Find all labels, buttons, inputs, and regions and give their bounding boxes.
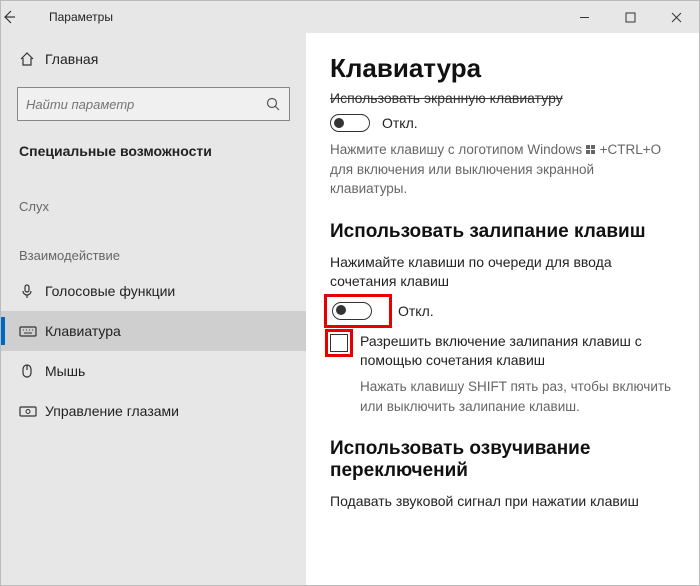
titlebar: Параметры bbox=[1, 1, 699, 33]
minimize-button[interactable] bbox=[561, 1, 607, 33]
nav-home[interactable]: Главная bbox=[1, 39, 306, 79]
toggle-keys-heading: Использовать озвучивание переключений bbox=[330, 438, 675, 482]
eye-icon bbox=[19, 404, 45, 418]
search-icon bbox=[265, 96, 281, 112]
back-button[interactable] bbox=[1, 9, 45, 25]
toggle-keys-description: Подавать звуковой сигнал при нажатии кла… bbox=[330, 492, 675, 512]
osk-heading: Использовать экранную клавиатуру bbox=[330, 90, 675, 106]
nav-eye-control[interactable]: Управление глазами bbox=[1, 391, 306, 431]
keyboard-icon bbox=[19, 324, 45, 338]
windows-logo-icon bbox=[586, 145, 596, 155]
microphone-icon bbox=[19, 283, 45, 299]
osk-toggle[interactable] bbox=[330, 114, 370, 132]
nav-label: Главная bbox=[45, 51, 98, 67]
mouse-icon bbox=[19, 363, 45, 379]
nav-label: Голосовые функции bbox=[45, 283, 175, 299]
sticky-shortcut-checkbox[interactable] bbox=[330, 334, 348, 352]
sticky-keys-toggle[interactable] bbox=[332, 302, 372, 320]
maximize-button[interactable] bbox=[607, 1, 653, 33]
highlight-sticky-toggle bbox=[330, 300, 386, 322]
nav-category-interaction: Взаимодействие bbox=[1, 222, 306, 271]
window-title: Параметры bbox=[45, 10, 561, 24]
nav-label: Управление глазами bbox=[45, 403, 179, 419]
nav-speech[interactable]: Голосовые функции bbox=[1, 271, 306, 311]
nav-category-hearing: Слух bbox=[1, 173, 306, 222]
search-box[interactable] bbox=[17, 87, 290, 121]
search-input[interactable] bbox=[26, 97, 265, 112]
osk-hint: Нажмите клавишу с логотипом Windows +CTR… bbox=[330, 140, 675, 199]
nav-label: Клавиатура bbox=[45, 323, 121, 339]
page-title: Клавиатура bbox=[330, 53, 675, 84]
toggle-state: Откл. bbox=[398, 303, 434, 319]
sticky-shortcut-label: Разрешить включение залипания клавиш с п… bbox=[360, 332, 675, 371]
home-icon bbox=[19, 51, 45, 67]
sticky-keys-description: Нажимайте клавиши по очереди для ввода с… bbox=[330, 253, 675, 292]
nav-label: Мышь bbox=[45, 363, 85, 379]
nav-section-title: Специальные возможности bbox=[1, 139, 306, 173]
content-pane: Клавиатура Использовать экранную клавиат… bbox=[306, 33, 699, 585]
sticky-keys-heading: Использовать залипание клавиш bbox=[330, 221, 675, 243]
close-button[interactable] bbox=[653, 1, 699, 33]
sticky-shortcut-hint: Нажать клавишу SHIFT пять раз, чтобы вкл… bbox=[360, 377, 675, 416]
sidebar: Главная Специальные возможности Слух Вза… bbox=[1, 33, 306, 585]
nav-mouse[interactable]: Мышь bbox=[1, 351, 306, 391]
toggle-state: Откл. bbox=[382, 115, 418, 131]
nav-keyboard[interactable]: Клавиатура bbox=[1, 311, 306, 351]
